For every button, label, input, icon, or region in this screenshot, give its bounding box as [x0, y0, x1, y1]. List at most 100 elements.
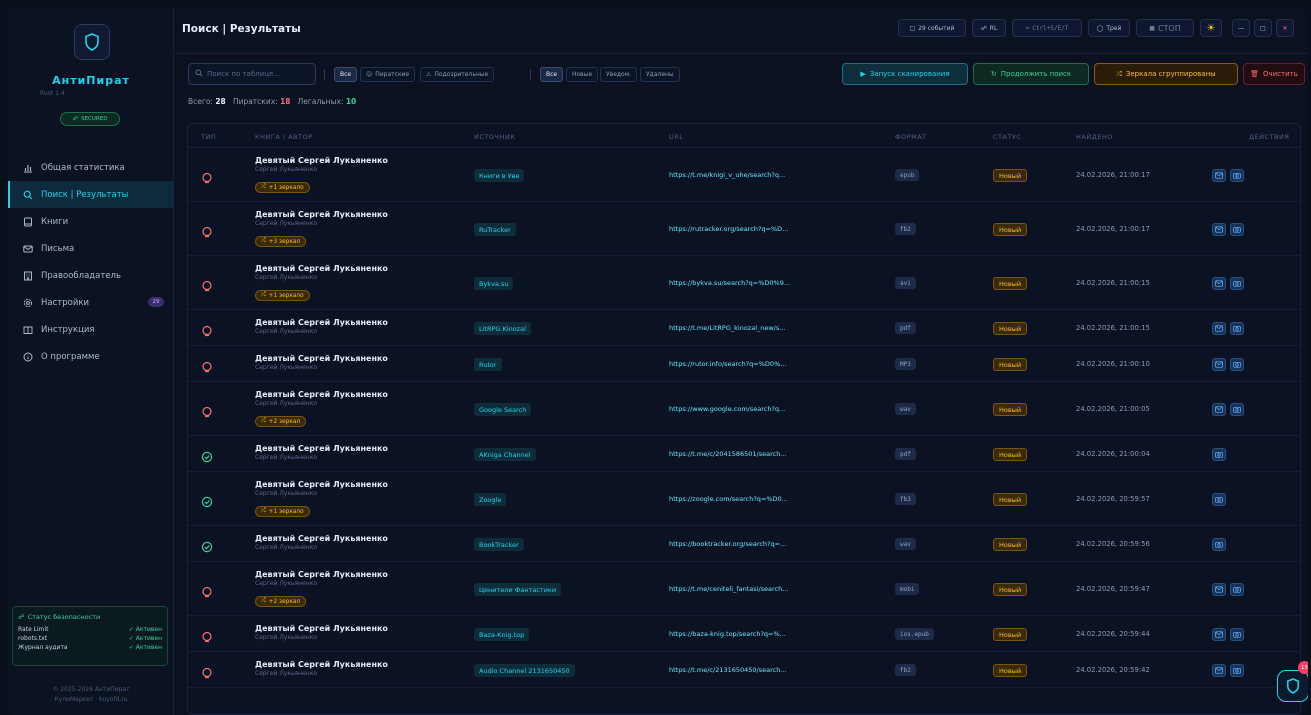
mirror-badge[interactable]: ⤮ +1 зеркало — [255, 290, 310, 301]
url-link[interactable]: https://t.me/c/2131650450/search... — [669, 666, 787, 674]
table-row[interactable]: Девятый Сергей Лукьяненко Сергей Лукьянен… — [188, 652, 1300, 688]
table-row[interactable]: Девятый Сергей Лукьяненко Сергей Лукьянен… — [188, 472, 1300, 526]
mail-icon[interactable] — [1212, 583, 1226, 596]
mail-icon[interactable] — [1212, 664, 1226, 677]
table-row[interactable]: Девятый Сергей Лукьяненко Сергей Лукьянен… — [188, 616, 1300, 652]
table-row[interactable]: Девятый Сергей Лукьяненко Сергей Лукьянен… — [188, 562, 1300, 616]
column-header[interactable]: СТАТУС — [993, 133, 1021, 141]
filter-status-all[interactable]: Все — [540, 67, 564, 82]
screenshot-icon[interactable] — [1230, 223, 1244, 236]
mail-icon[interactable] — [1212, 322, 1226, 335]
clear-button[interactable]: 🗑 Очистить — [1243, 63, 1305, 85]
shield-fab-button[interactable] — [1277, 670, 1308, 702]
screenshot-icon[interactable] — [1230, 322, 1244, 335]
url-link[interactable]: https://baza-knig.top/search?q=%... — [669, 630, 786, 638]
table-row[interactable]: Девятый Сергей Лукьяненко Сергей Лукьянен… — [188, 148, 1300, 202]
url-link[interactable]: https://t.me/ceniteli_fantasi/search... — [669, 585, 788, 593]
mirror-badge[interactable]: ⤮ +2 зеркал — [255, 596, 307, 607]
url-link[interactable]: https://rutracker.org/search?q=%D... — [669, 225, 788, 233]
filter-type-all[interactable]: Все — [334, 67, 358, 82]
column-header[interactable]: КНИГА / АВТОР — [255, 133, 313, 141]
filter-status-deleted[interactable]: Удалены — [640, 67, 680, 82]
events-button[interactable]: □ 29 событий — [898, 19, 966, 37]
table-row[interactable]: Девятый Сергей Лукьяненко Сергей Лукьянен… — [188, 526, 1300, 562]
url-link[interactable]: https://t.me/LitRPG_kinozal_new/s... — [669, 324, 785, 332]
mail-icon[interactable] — [1212, 223, 1226, 236]
maximize-icon[interactable]: □ — [1254, 19, 1272, 37]
source-badge[interactable]: Google Search — [474, 403, 532, 416]
source-badge[interactable]: Bykva.su — [474, 277, 514, 290]
continue-search-button[interactable]: ↻ Продолжить поиск — [973, 63, 1089, 85]
column-header[interactable]: НАЙДЕНО — [1076, 133, 1113, 141]
tray-button[interactable]: ◯ Трей — [1088, 19, 1130, 37]
mail-icon[interactable] — [1212, 277, 1226, 290]
screenshot-icon[interactable] — [1212, 538, 1226, 551]
source-badge[interactable]: BookTracker — [474, 538, 524, 551]
url-link[interactable]: https://www.google.com/search?q... — [669, 405, 785, 413]
source-badge[interactable]: Rutor — [474, 358, 502, 371]
screenshot-icon[interactable] — [1230, 628, 1244, 641]
source-badge[interactable]: Baza-Knig.top — [474, 628, 530, 641]
minimize-icon[interactable]: — — [1232, 19, 1250, 37]
table-row[interactable]: Девятый Сергей Лукьяненко Сергей Лукьянен… — [188, 310, 1300, 346]
source-badge[interactable]: LitRPG Kinozal — [474, 322, 531, 335]
theme-toggle-sun-icon[interactable]: ☀ — [1200, 19, 1222, 37]
mirror-badge[interactable]: ⤮ +1 зеркало — [255, 506, 310, 517]
source-badge[interactable]: Ценители Фантастики — [474, 583, 562, 596]
table-row[interactable]: Девятый Сергей Лукьяненко Сергей Лукьянен… — [188, 256, 1300, 310]
shortcut-button[interactable]: ⌨ Ctrl+S/E/T — [1012, 19, 1082, 37]
mail-icon[interactable] — [1212, 169, 1226, 182]
mail-icon[interactable] — [1212, 628, 1226, 641]
column-header[interactable]: ДЕЙСТВИЯ — [1249, 133, 1289, 141]
filter-status-new[interactable]: Новые — [566, 67, 599, 82]
source-badge[interactable]: RuTracker — [474, 223, 516, 236]
filter-type-suspicious[interactable]: ⚠ Подозрительные — [420, 67, 495, 82]
close-icon[interactable]: ✕ — [1276, 19, 1294, 37]
table-row[interactable]: Девятый Сергей Лукьяненко Сергей Лукьянен… — [188, 436, 1300, 472]
screenshot-icon[interactable] — [1212, 493, 1226, 506]
screenshot-icon[interactable] — [1230, 277, 1244, 290]
table-row[interactable]: Девятый Сергей Лукьяненко Сергей Лукьянен… — [188, 346, 1300, 382]
source-badge[interactable]: Книги в Уве — [474, 169, 525, 182]
url-link[interactable]: https://zoogle.com/search?q=%D0... — [669, 495, 788, 503]
table-row[interactable]: Девятый Сергей Лукьяненко Сергей Лукьянен… — [188, 382, 1300, 436]
sidebar-item-rightsholder[interactable]: Правообладатель — [8, 262, 174, 289]
url-link[interactable]: https://t.me/knigi_v_uhe/search?q... — [669, 171, 785, 179]
screenshot-icon[interactable] — [1230, 664, 1244, 677]
url-link[interactable]: https://rutor.info/search?q=%D0%... — [669, 360, 786, 368]
url-link[interactable]: https://bykva.su/search?q=%D0%9... — [669, 279, 790, 287]
start-scan-button[interactable]: ▶ Запуск сканирования — [842, 63, 968, 85]
mail-icon[interactable] — [1212, 358, 1226, 371]
column-header[interactable]: ФОРМАТ — [895, 133, 927, 141]
sidebar-item-manual[interactable]: Инструкция — [8, 316, 174, 343]
table-row[interactable]: Девятый Сергей Лукьяненко Сергей Лукьянен… — [188, 202, 1300, 256]
sidebar-item-search[interactable]: Поиск | Результаты — [8, 181, 174, 208]
screenshot-icon[interactable] — [1230, 583, 1244, 596]
search-input[interactable]: Поиск по таблице... — [188, 63, 316, 85]
url-link[interactable]: https://t.me/c/2041586501/search... — [669, 450, 787, 458]
sidebar-item-books[interactable]: Книги — [8, 208, 174, 235]
screenshot-icon[interactable] — [1230, 358, 1244, 371]
sidebar-item-letters[interactable]: Письма — [8, 235, 174, 262]
sidebar-item-about[interactable]: О программе — [8, 343, 174, 370]
source-badge[interactable]: Audio Channel 2131650450 — [474, 664, 575, 677]
screenshot-icon[interactable] — [1230, 169, 1244, 182]
source-badge[interactable]: AKniga Channel — [474, 448, 536, 461]
filter-type-pirate[interactable]: ☺ Пиратские — [360, 67, 416, 82]
screenshot-icon[interactable] — [1212, 448, 1226, 461]
sidebar-item-stats[interactable]: Общая статистика — [8, 154, 174, 181]
column-header[interactable]: ИСТОЧНИК — [474, 133, 515, 141]
stop-button[interactable]: ■ СТОП — [1136, 19, 1194, 37]
mirror-badge[interactable]: ⤮ +3 зеркал — [255, 236, 307, 247]
sidebar-item-settings[interactable]: Настройки 29 — [8, 289, 174, 316]
source-badge[interactable]: Zoogle — [474, 493, 507, 506]
mirrors-grouped-button[interactable]: ⤮ Зеркала сгруппированы — [1094, 63, 1238, 85]
column-header[interactable]: ТИП — [201, 133, 216, 141]
filter-status-notified[interactable]: Уведом. — [600, 67, 638, 82]
screenshot-icon[interactable] — [1230, 403, 1244, 416]
rl-button[interactable]: ☍ RL — [972, 19, 1006, 37]
column-header[interactable]: URL — [669, 133, 683, 141]
mail-icon[interactable] — [1212, 403, 1226, 416]
mirror-badge[interactable]: ⤮ +1 зеркало — [255, 182, 310, 193]
url-link[interactable]: https://booktracker.org/search?q=... — [669, 540, 786, 548]
